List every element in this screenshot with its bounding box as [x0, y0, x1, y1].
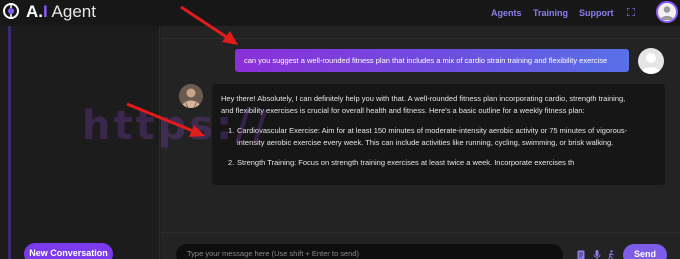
- brand-title: A.I Agent: [26, 2, 96, 22]
- bot-message-bubble: Hey there! Absolutely, I can definitely …: [212, 84, 665, 185]
- chat-divider: [161, 38, 680, 39]
- list-number: 2.: [228, 158, 235, 167]
- app-window: A.I Agent Agents Training Support New Co…: [0, 0, 680, 259]
- sidebar-accent-bar: [8, 26, 11, 259]
- list-item-line: Cardiovascular Exercise: Aim for at leas…: [237, 126, 628, 135]
- watermark: https://: [82, 103, 271, 149]
- walking-icon[interactable]: [607, 250, 615, 259]
- list-item: 2. Strength Training: Focus on strength …: [221, 157, 654, 169]
- nav-support[interactable]: Support: [579, 7, 614, 19]
- composer-divider: [161, 232, 680, 233]
- bot-intro-line-1: Hey there! Absolutely, I can definitely …: [221, 94, 626, 103]
- document-icon[interactable]: [577, 250, 585, 259]
- user-message-bubble: can you suggest a well-rounded fitness p…: [235, 49, 629, 72]
- logo-icon: [3, 3, 19, 19]
- nav-training[interactable]: Training: [533, 7, 568, 19]
- microphone-icon[interactable]: [593, 250, 601, 259]
- send-button[interactable]: Send: [623, 244, 667, 259]
- profile-avatar[interactable]: [656, 1, 678, 23]
- new-conversation-button[interactable]: New Conversation: [24, 243, 113, 259]
- user-silhouette-icon: [641, 53, 661, 74]
- bot-intro-line-2: and flexibility exercises is crucial for…: [221, 106, 585, 115]
- user-avatar: [638, 48, 664, 74]
- list-item-line: intensity aerobic exercise every week. T…: [237, 138, 614, 147]
- user-silhouette-icon: [660, 6, 674, 21]
- nav-agents[interactable]: Agents: [491, 7, 522, 19]
- message-input[interactable]: Type your message here (Use shift + Ente…: [176, 244, 563, 259]
- top-bar: A.I Agent Agents Training Support: [0, 0, 680, 26]
- brand-agent: Agent: [47, 2, 96, 21]
- fullscreen-icon[interactable]: [627, 8, 635, 16]
- list-item-line: Strength Training: Focus on strength tra…: [237, 158, 575, 167]
- list-item: 1. Cardiovascular Exercise: Aim for at l…: [221, 125, 654, 149]
- brand-letter-a: A: [26, 2, 39, 21]
